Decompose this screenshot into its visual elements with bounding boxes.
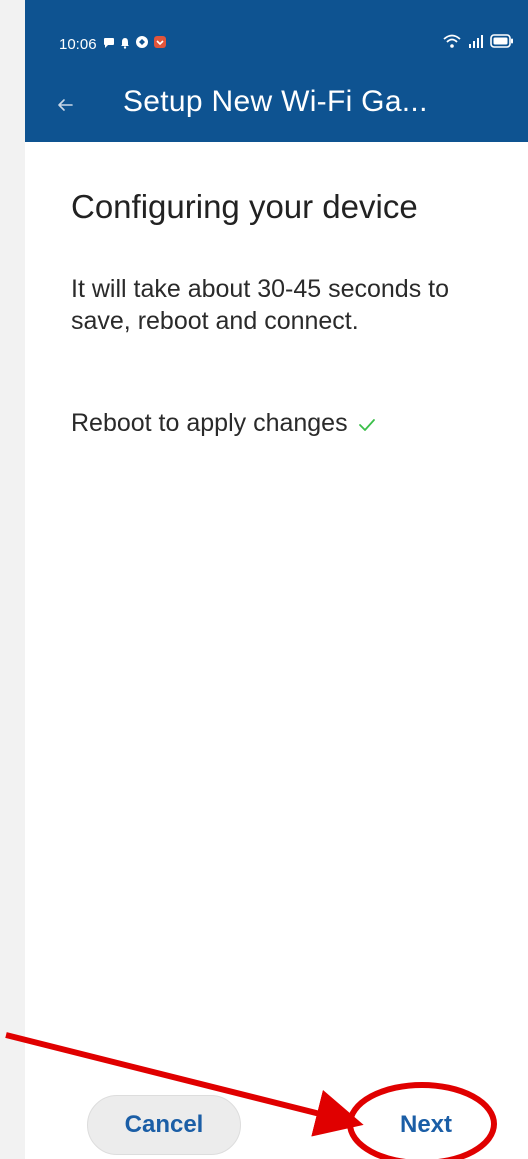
phone-screen: 10:06 Setup New Wi-Fi Ga... Configuring … — [25, 0, 528, 1159]
signal-icon — [468, 34, 484, 53]
section-heading: Configuring your device — [71, 188, 418, 225]
status-notification-icons — [103, 35, 167, 54]
next-button[interactable]: Next — [361, 1095, 491, 1155]
battery-icon — [490, 34, 514, 53]
status-line-text: Reboot to apply changes — [71, 409, 348, 437]
check-icon — [356, 412, 378, 434]
app-icon — [135, 35, 149, 54]
app-bar: Setup New Wi-Fi Ga... — [25, 71, 528, 142]
description-text: It will take about 30-45 seconds to save… — [71, 275, 450, 335]
status-line: Reboot to apply changes — [71, 407, 378, 439]
notification-bell-icon — [119, 36, 131, 54]
page-title: Setup New Wi-Fi Ga... — [123, 85, 428, 118]
status-time: 10:06 — [59, 36, 97, 53]
arrow-left-icon[interactable] — [53, 93, 77, 117]
wifi-icon — [442, 33, 462, 54]
shield-app-icon — [153, 35, 167, 54]
cancel-button[interactable]: Cancel — [87, 1095, 241, 1155]
chat-bubble-icon — [103, 36, 115, 54]
status-system-icons — [442, 33, 514, 54]
status-bar: 10:06 — [25, 0, 528, 71]
